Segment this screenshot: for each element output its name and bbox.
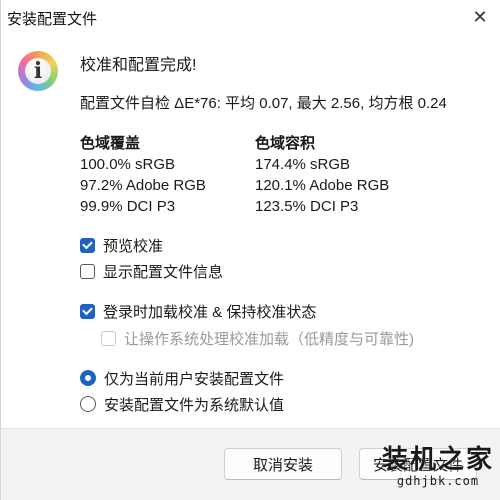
os-handles-calibration-label: 让操作系统处理校准加载（低精度与可靠性): [124, 330, 414, 348]
show-profile-info-checkbox[interactable]: [80, 263, 95, 279]
gamut-volume-dci-p3: 123.5% DCI P3: [255, 198, 359, 215]
window-title: 安装配置文件: [7, 11, 98, 28]
gamut-coverage-title: 色域覆盖: [80, 135, 141, 152]
load-on-login-checkbox[interactable]: [80, 303, 95, 319]
gamut-coverage-srgb: 100.0% sRGB: [80, 156, 176, 173]
watermark-logo-text: 装机之家: [381, 445, 494, 475]
install-current-user-label: 仅为当前用户安装配置文件: [104, 370, 285, 388]
preview-calibration-checkbox[interactable]: [80, 237, 95, 253]
site-watermark: 装机之家 gdhjbk.com: [382, 446, 494, 488]
install-current-user-option[interactable]: 仅为当前用户安装配置文件: [80, 367, 284, 389]
title-bar[interactable]: 安装配置文件 ✕: [1, 0, 500, 34]
load-on-login-option[interactable]: 登录时加载校准 & 保持校准状态: [80, 300, 316, 322]
gamut-coverage-block: 色域覆盖 100.0% sRGB 97.2% Adobe RGB 99.9% D…: [80, 133, 206, 217]
gamut-coverage-dci-p3: 99.9% DCI P3: [80, 198, 176, 215]
gamut-volume-title: 色域容积: [255, 135, 316, 152]
os-handles-calibration-checkbox: [101, 330, 116, 346]
gamut-volume-block: 色域容积 174.4% sRGB 120.1% Adobe RGB 123.5%…: [255, 133, 389, 217]
load-on-login-label: 登录时加载校准 & 保持校准状态: [103, 303, 317, 321]
gamut-volume-adobe-rgb: 120.1% Adobe RGB: [255, 177, 390, 194]
show-profile-info-label: 显示配置文件信息: [103, 263, 224, 281]
install-system-default-radio[interactable]: [80, 396, 96, 412]
install-system-default-option[interactable]: 安装配置文件为系统默认值: [80, 393, 284, 415]
preview-calibration-label: 预览校准: [103, 237, 164, 255]
preview-calibration-option[interactable]: 预览校准: [80, 234, 163, 256]
completion-heading: 校准和配置完成!: [80, 57, 197, 74]
gamut-volume-srgb: 174.4% sRGB: [255, 156, 351, 173]
close-icon[interactable]: ✕: [467, 4, 493, 30]
profile-self-check-summary: 配置文件自检 ΔE*76: 平均 0.07, 最大 2.56, 均方根 0.24: [80, 95, 447, 112]
show-profile-info-option[interactable]: 显示配置文件信息: [80, 260, 223, 282]
install-current-user-radio[interactable]: [80, 370, 96, 386]
install-system-default-label: 安装配置文件为系统默认值: [104, 396, 285, 414]
install-profile-dialog: 安装配置文件 ✕ i 校准和配置完成! 配置文件自检 ΔE*76: 平均 0.0…: [0, 0, 500, 500]
info-icon: i: [18, 51, 58, 91]
os-handles-calibration-option: 让操作系统处理校准加载（低精度与可靠性): [101, 327, 414, 349]
cancel-install-button[interactable]: 取消安装: [224, 448, 342, 480]
dialog-content: i 校准和配置完成! 配置文件自检 ΔE*76: 平均 0.07, 最大 2.5…: [11, 34, 497, 428]
watermark-url: gdhjbk.com: [396, 474, 480, 488]
gamut-coverage-adobe-rgb: 97.2% Adobe RGB: [80, 177, 206, 194]
